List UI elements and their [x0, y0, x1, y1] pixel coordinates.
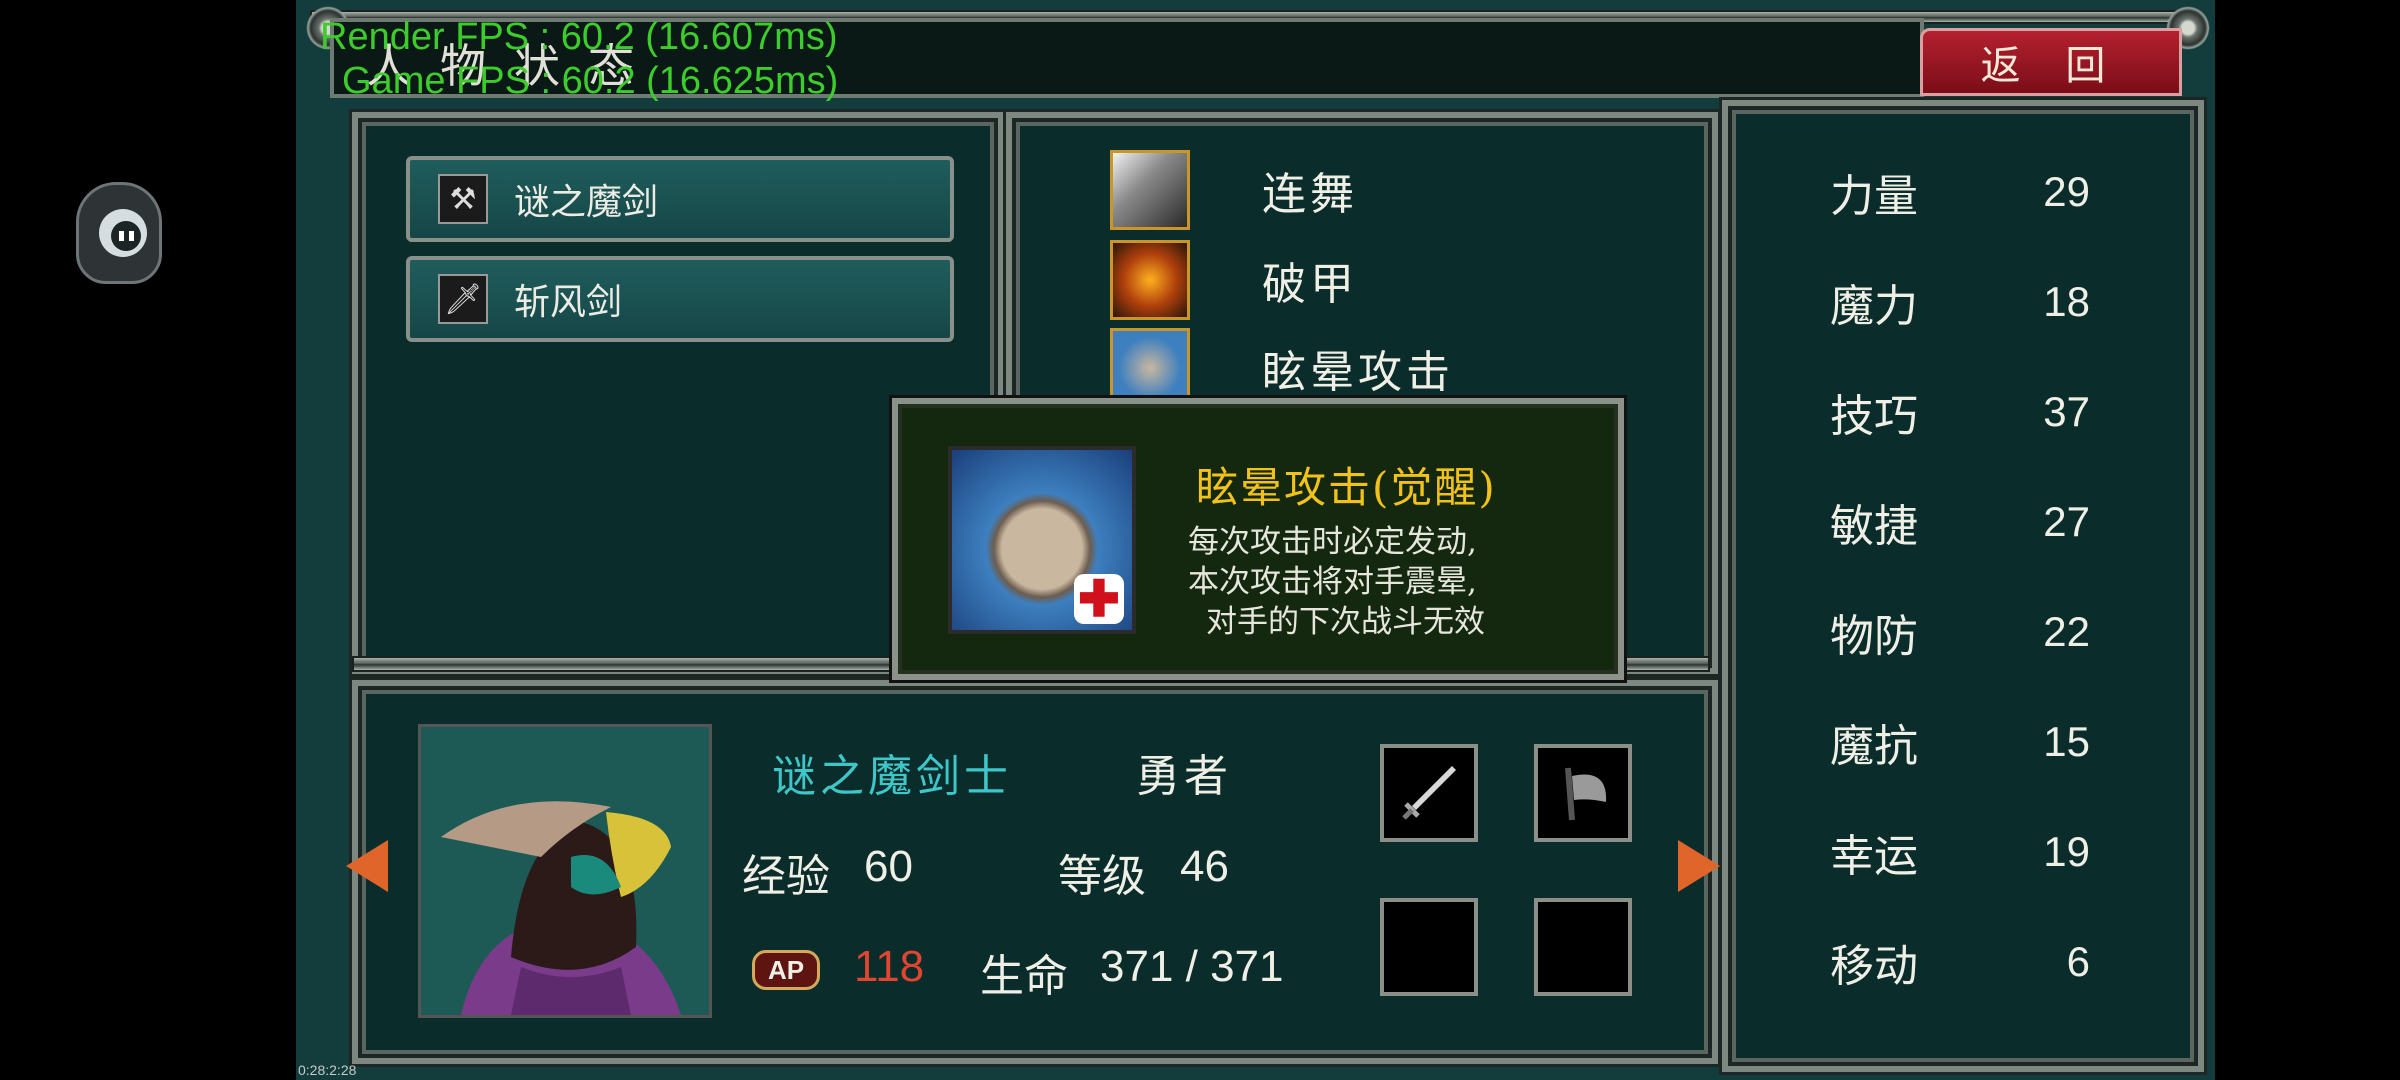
stat-value: 15	[2043, 718, 2090, 765]
stat-row-skill: 技巧 37	[1830, 380, 2090, 444]
weapon-label: 斩风剑	[514, 282, 623, 323]
sword-axe-icon: ⚒	[438, 174, 488, 224]
debug-clock: 0:28:2:28	[298, 1062, 357, 1078]
exp-value: 60	[864, 842, 913, 891]
ap-badge: AP	[752, 950, 820, 990]
stat-row-defense: 物防 22	[1830, 600, 2090, 664]
weapon-label: 谜之魔剑	[514, 182, 659, 223]
stat-label: 幸运	[1830, 831, 1918, 882]
skill-name: 眩晕攻击	[1262, 347, 1454, 398]
stat-row-magic: 魔力 18	[1830, 270, 2090, 334]
tooltip-line: 本次攻击将对手震晕,	[1188, 564, 1477, 600]
character-class: 勇者	[1136, 751, 1232, 802]
stat-label: 物防	[1830, 611, 1918, 662]
stat-row-move: 移动 6	[1830, 930, 2090, 994]
weapon-slot-1[interactable]: ⚒ 谜之魔剑	[406, 156, 954, 242]
stat-label: 敏捷	[1830, 501, 1918, 552]
weapon-slot-2[interactable]: 🗡 斩风剑	[406, 256, 954, 342]
tooltip-line: 每次攻击时必定发动,	[1188, 524, 1477, 560]
armor-break-skill-icon[interactable]	[1110, 240, 1190, 320]
stat-value: 6	[2066, 938, 2090, 985]
skill-name: 连舞	[1262, 169, 1358, 220]
character-name: 谜之魔剑士	[772, 751, 1012, 802]
stat-row-resistance: 魔抗 15	[1830, 710, 2090, 774]
stat-row-luck: 幸运 19	[1830, 820, 2090, 884]
prev-character-arrow[interactable]	[346, 840, 388, 892]
stat-value: 27	[2043, 498, 2090, 545]
ap-value: 118	[854, 942, 925, 991]
stat-value: 18	[2043, 278, 2090, 325]
slash-skill-icon[interactable]	[1110, 150, 1190, 230]
hooded-warrior-portrait	[421, 727, 709, 1015]
stats-panel	[1722, 100, 2204, 1072]
equip-slot-axe[interactable]	[1534, 744, 1632, 842]
stat-label: 魔抗	[1830, 721, 1918, 772]
stat-row-agility: 敏捷 27	[1830, 490, 2090, 554]
render-fps-overlay: Render FPS : 60.2 (16.607ms)	[320, 16, 838, 58]
stun-skill-icon: ✚	[948, 446, 1136, 634]
awaken-plus-icon: ✚	[1074, 574, 1124, 624]
equip-slot-weapon[interactable]	[1380, 744, 1478, 842]
stat-value: 29	[2043, 168, 2090, 215]
tooltip-title: 眩晕攻击(觉醒)	[1196, 463, 1497, 512]
back-button[interactable]: 返 回	[1920, 28, 2182, 96]
character-portrait	[418, 724, 712, 1018]
stat-row-strength: 力量 29	[1830, 160, 2090, 224]
hp-label: 生命	[980, 951, 1068, 1002]
skill-tooltip: ✚ 眩晕攻击(觉醒) 每次攻击时必定发动, 本次攻击将对手震晕, 对手的下次战斗…	[892, 398, 1624, 680]
level-value: 46	[1180, 842, 1229, 891]
skill-row-1[interactable]: 连舞	[1110, 150, 1358, 230]
stun-skill-icon[interactable]	[1110, 328, 1190, 408]
level-label: 等级	[1058, 851, 1146, 902]
tooltip-description: 每次攻击时必定发动, 本次攻击将对手震晕, 对手的下次战斗无效	[1188, 522, 1485, 642]
equip-slot-empty-2[interactable]	[1534, 898, 1632, 996]
axe-icon	[1565, 767, 1607, 821]
stat-label: 移动	[1830, 941, 1918, 992]
game-fps-overlay: Game FPS : 60.2 (16.625ms)	[342, 60, 839, 102]
stat-value: 22	[2043, 608, 2090, 655]
exp-label: 经验	[742, 851, 830, 902]
next-character-arrow[interactable]	[1678, 840, 1720, 892]
skill-row-3[interactable]: 眩晕攻击	[1110, 328, 1454, 408]
skill-name: 破甲	[1262, 259, 1358, 310]
equip-slot-empty-1[interactable]	[1380, 898, 1478, 996]
floating-assistant-icon[interactable]	[76, 182, 162, 284]
skill-row-2[interactable]: 破甲	[1110, 240, 1358, 320]
stat-label: 力量	[1830, 171, 1918, 222]
stat-value: 37	[2043, 388, 2090, 435]
stat-value: 19	[2043, 828, 2090, 875]
tooltip-line: 对手的下次战斗无效	[1206, 604, 1485, 640]
sword-icon: 🗡	[438, 274, 488, 324]
stat-label: 技巧	[1830, 391, 1918, 442]
hp-value: 371 / 371	[1100, 942, 1284, 991]
sword-icon	[1402, 766, 1456, 820]
stat-label: 魔力	[1830, 281, 1918, 332]
